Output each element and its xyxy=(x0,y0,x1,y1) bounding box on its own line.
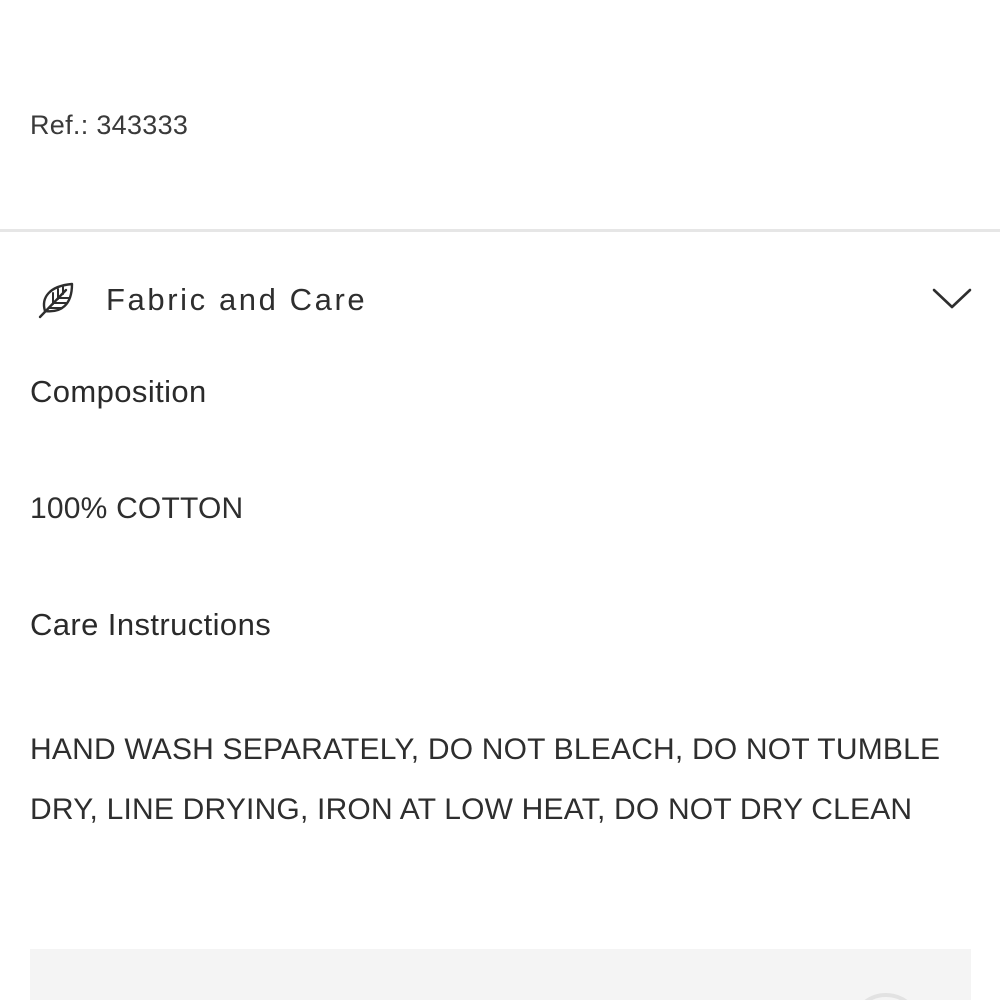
accordion-title: Fabric and Care xyxy=(106,282,368,317)
bottom-panel xyxy=(30,949,971,1000)
fabric-and-care-accordion-toggle[interactable]: Fabric and Care xyxy=(0,268,1000,332)
chevron-down-icon[interactable] xyxy=(930,284,974,312)
circle-icon xyxy=(864,993,908,1000)
divider xyxy=(0,229,1000,232)
care-instructions-heading: Care Instructions xyxy=(30,607,272,642)
composition-heading: Composition xyxy=(30,374,207,409)
leaf-icon xyxy=(38,282,74,319)
composition-value: 100% COTTON xyxy=(30,492,244,525)
care-instructions-value: HAND WASH SEPARATELY, DO NOT BLEACH, DO … xyxy=(30,733,941,826)
product-reference: Ref.: 343333 xyxy=(30,110,189,140)
